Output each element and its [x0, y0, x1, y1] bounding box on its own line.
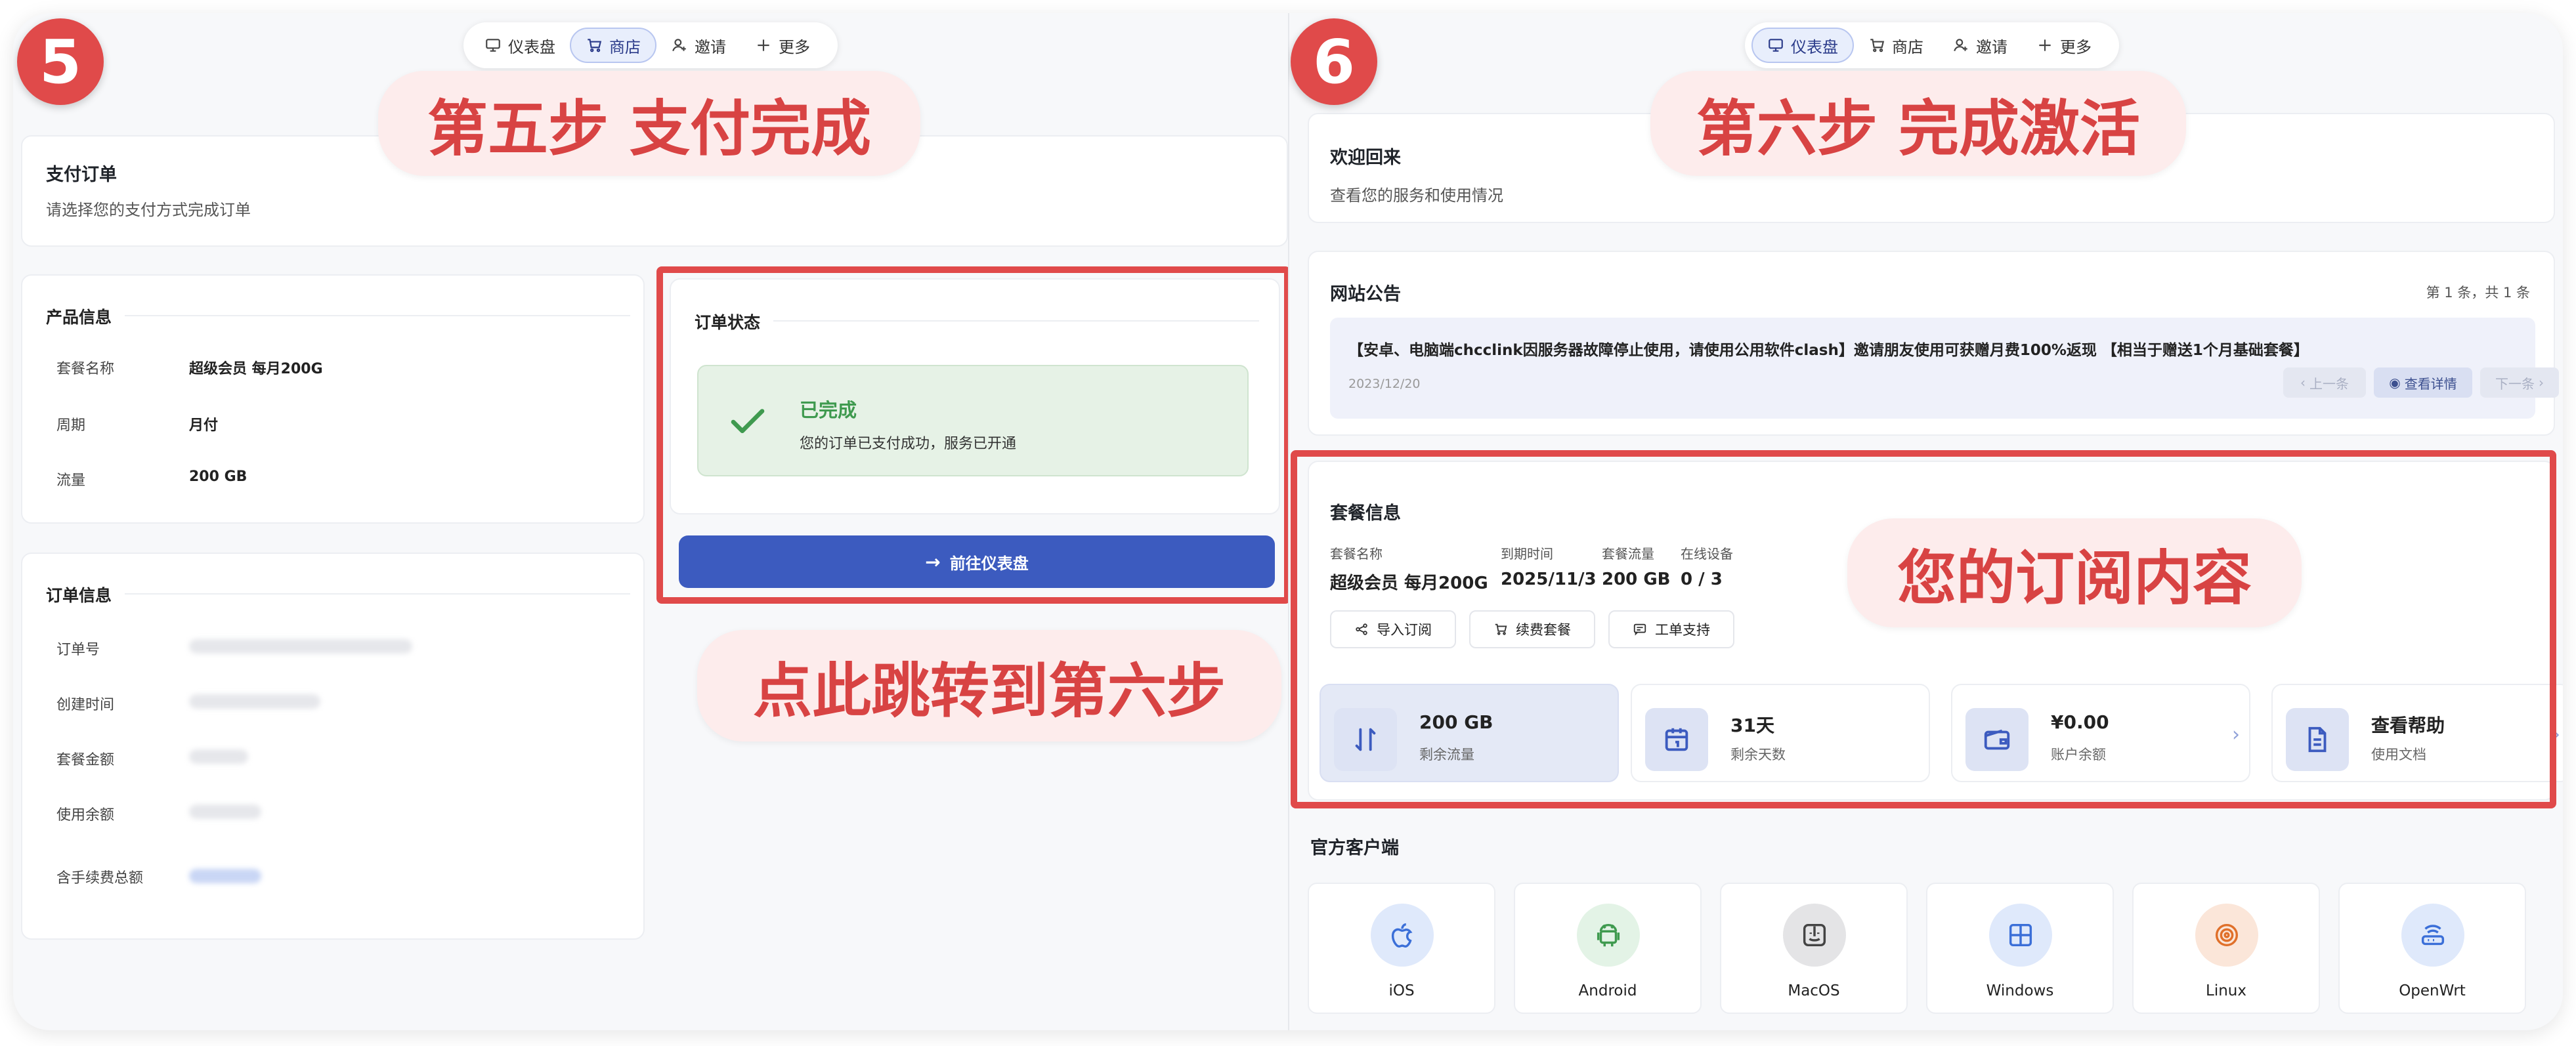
client-openwrt[interactable]: OpenWrt — [2338, 883, 2526, 1014]
next-label: 下一条 — [2495, 375, 2535, 392]
chevron-right-icon: › — [2539, 375, 2544, 390]
client-windows[interactable]: Windows — [1926, 883, 2114, 1014]
step5-top-nav: 仪表盘 商店 邀请 更多 — [463, 22, 838, 68]
client-name: Android — [1578, 982, 1637, 999]
client-name: Windows — [1986, 982, 2054, 999]
created-time-label: 创建时间 — [56, 697, 115, 713]
welcome-title: 欢迎回来 — [1330, 148, 1401, 168]
step6-top-nav: 仪表盘 商店 邀请 更多 — [1745, 22, 2119, 68]
client-ios[interactable]: iOS — [1308, 883, 1495, 1014]
client-linux[interactable]: Linux — [2132, 883, 2320, 1014]
monitor-icon — [1769, 39, 1783, 52]
jump-callout: 点此跳转到第六步 — [697, 630, 1281, 742]
order-info-title: 订单信息 — [46, 586, 112, 605]
prev-announcement-button[interactable]: ‹ 上一条 — [2283, 367, 2366, 398]
plus-icon — [758, 39, 769, 51]
screenshot-frame: 仪表盘 商店 邀请 更多 支付订单 请选择您的支付方式完成订单 第五步 支付完成… — [13, 13, 2563, 1030]
step-badge: 5 — [17, 18, 104, 105]
windows-icon — [1989, 904, 2052, 967]
step6-callout: 第六步 完成激活 — [1650, 71, 2186, 176]
product-info-card: 产品信息 套餐名称 超级会员 每月200G 周期 月付 流量 200 GB — [21, 274, 645, 524]
client-name: Linux — [2206, 982, 2246, 999]
cart-icon — [1870, 39, 1885, 52]
page-title: 支付订单 — [46, 165, 117, 185]
android-icon — [1577, 904, 1640, 967]
plus-icon — [2039, 39, 2051, 51]
blurred-value — [189, 694, 320, 709]
plan-amount-label: 套餐金额 — [56, 752, 115, 768]
announcement-title: 网站公告 — [1330, 284, 1401, 304]
user-plus-icon — [672, 39, 686, 51]
blurred-value — [189, 749, 248, 764]
user-plus-icon — [1954, 39, 1967, 51]
highlight-box — [1291, 450, 2556, 808]
client-name: iOS — [1388, 982, 1415, 999]
step5-nav-dashboard[interactable]: 仪表盘 — [470, 28, 570, 63]
page-subtitle: 请选择您的支付方式完成订单 — [46, 201, 251, 219]
section-divider — [125, 593, 630, 595]
welcome-subtitle: 查看您的服务和使用情况 — [1330, 186, 1503, 205]
announcement-counter: 第 1 条，共 1 条 — [2426, 285, 2530, 301]
step6-panel: 仪表盘 商店 邀请 更多 欢迎回来 查看您的服务和使用情况 第六步 完成激活 网… — [1288, 13, 2563, 1030]
subscription-callout: 您的订阅内容 — [1847, 518, 2302, 627]
nav-label: 仪表盘 — [1791, 37, 1838, 56]
balance-used-label: 使用余额 — [56, 807, 115, 824]
step6-nav-dashboard[interactable]: 仪表盘 — [1751, 28, 1854, 63]
linux-icon — [2195, 904, 2258, 967]
detail-label: 查看详情 — [2404, 375, 2457, 392]
highlight-box — [656, 266, 1288, 604]
clients-title: 官方客户端 — [1310, 838, 1399, 858]
nav-label: 商店 — [1892, 37, 1923, 56]
product-info-title: 产品信息 — [46, 308, 112, 327]
eye-icon: ◉ — [2389, 375, 2401, 390]
view-detail-button[interactable]: ◉ 查看详情 — [2374, 367, 2472, 398]
nav-label: 更多 — [2060, 37, 2092, 56]
prev-label: 上一条 — [2309, 375, 2349, 392]
monitor-icon — [486, 39, 500, 52]
cycle-label: 周期 — [56, 417, 86, 434]
chevron-left-icon: ‹ — [2300, 375, 2306, 390]
section-divider — [125, 315, 630, 316]
announcement-card: 网站公告 第 1 条，共 1 条 【安卓、电脑端chcclink因服务器故障停止… — [1308, 251, 2559, 436]
step5-panel: 仪表盘 商店 邀请 更多 支付订单 请选择您的支付方式完成订单 第五步 支付完成… — [13, 13, 1288, 1030]
step5-nav-store[interactable]: 商店 — [570, 28, 656, 63]
step5-nav-invite[interactable]: 邀请 — [656, 28, 741, 63]
nav-label: 更多 — [779, 37, 810, 56]
next-announcement-button[interactable]: 下一条 › — [2480, 367, 2559, 398]
client-name: OpenWrt — [2399, 982, 2466, 999]
step-badge: 6 — [1291, 18, 1377, 105]
order-info-card: 订单信息 订单号 创建时间 套餐金额 使用余额 含手续费总额 — [21, 553, 645, 940]
step6-nav-more[interactable]: 更多 — [2022, 28, 2106, 63]
blurred-value — [189, 869, 261, 883]
client-name: MacOS — [1788, 982, 1840, 999]
announcement-date: 2023/12/20 — [1348, 377, 1421, 391]
nav-label: 仪表盘 — [508, 37, 555, 56]
traffic-label: 流量 — [56, 472, 86, 489]
announcement-box: 【安卓、电脑端chcclink因服务器故障停止使用，请使用公用软件clash】邀… — [1330, 318, 2559, 419]
total-with-fee-label: 含手续费总额 — [56, 870, 144, 887]
traffic-value: 200 GB — [189, 469, 247, 485]
step6-nav-store[interactable]: 商店 — [1854, 28, 1938, 63]
nav-label: 商店 — [609, 37, 641, 56]
client-macos[interactable]: MacOS — [1720, 883, 1908, 1014]
apple-icon — [1371, 904, 1434, 967]
step5-nav-more[interactable]: 更多 — [741, 28, 825, 63]
router-icon — [2401, 904, 2464, 967]
cycle-value: 月付 — [189, 417, 219, 434]
client-android[interactable]: Android — [1514, 883, 1702, 1014]
announcement-text: 【安卓、电脑端chcclink因服务器故障停止使用，请使用公用软件clash】邀… — [1348, 342, 2309, 359]
product-name-label: 套餐名称 — [56, 361, 115, 377]
macos-icon — [1783, 904, 1846, 967]
blurred-value — [189, 805, 261, 819]
step5-callout: 第五步 支付完成 — [378, 71, 920, 176]
product-name-value: 超级会员 每月200G — [189, 361, 323, 377]
blurred-value — [189, 639, 412, 654]
nav-label: 邀请 — [695, 37, 726, 56]
step6-nav-invite[interactable]: 邀请 — [1938, 28, 2022, 63]
order-number-label: 订单号 — [56, 642, 100, 658]
cart-icon — [588, 39, 602, 52]
nav-label: 邀请 — [1976, 37, 2007, 56]
